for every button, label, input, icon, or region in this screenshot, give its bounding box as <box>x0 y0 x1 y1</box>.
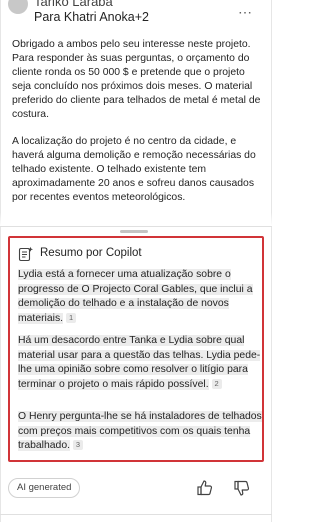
summary-item: Lydia está a fornecer uma atualização so… <box>18 268 262 326</box>
email-body: Obrigado a ambos pelo seu interesse nest… <box>12 38 264 218</box>
summary-item: Há um desacordo entre Tanka e Lydia sobr… <box>18 334 262 392</box>
thumbs-down-icon[interactable] <box>232 478 252 498</box>
citation-badge[interactable]: 3 <box>73 440 83 451</box>
sheet-divider <box>0 226 272 227</box>
email-paragraph: A localização do projeto é no centro da … <box>12 136 256 203</box>
copilot-summary-icon <box>18 246 33 262</box>
sheet-drag-handle[interactable] <box>120 230 148 233</box>
sender-avatar[interactable] <box>8 0 28 14</box>
summary-text: O Henry pergunta-lhe se há instaladores … <box>18 411 262 451</box>
bottom-edge <box>0 514 272 522</box>
summary-text: Há um desacordo entre Tanka e Lydia sobr… <box>18 335 261 390</box>
summary-text: Lydia está a fornecer uma atualização so… <box>18 269 253 324</box>
ai-generated-badge: AI generated <box>8 478 81 498</box>
summary-footer: AI generated <box>0 474 272 504</box>
citation-badge[interactable]: 1 <box>66 312 77 323</box>
recipients-line[interactable]: Para Khatri Anoka+2 <box>34 10 149 24</box>
citation-badge[interactable]: 2 <box>211 378 222 389</box>
copilot-summary-panel: Resumo por Copilot Lydia está a fornecer… <box>8 236 264 462</box>
scroll-fade <box>0 212 272 226</box>
email-paragraph: Obrigado a ambos pelo seu interesse nest… <box>12 39 261 120</box>
sender-name[interactable]: Tariko Laraba <box>34 0 113 9</box>
summary-item: O Henry pergunta-lhe se há instaladores … <box>18 410 262 454</box>
copilot-title: Resumo por Copilot <box>40 247 142 259</box>
more-horizontal-icon[interactable]: ⋯ <box>238 4 253 21</box>
email-header: Tariko Laraba Para Khatri Anoka+2 ⋯ <box>0 0 272 36</box>
thumbs-up-icon[interactable] <box>195 478 215 498</box>
